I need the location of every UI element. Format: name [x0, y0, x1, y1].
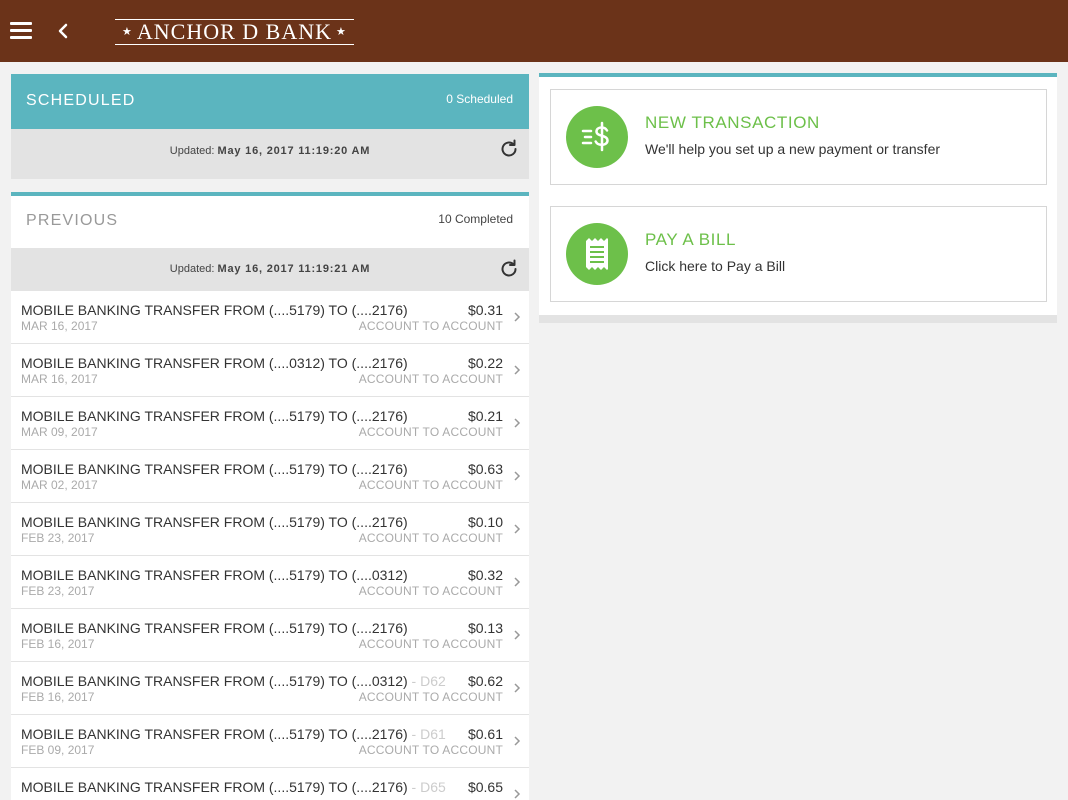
new-transaction-title: NEW TRANSACTION: [645, 113, 820, 132]
transaction-row[interactable]: MOBILE BANKING TRANSFER FROM (....0312) …: [11, 344, 529, 397]
pay-bill-title: PAY A BILL: [645, 230, 737, 249]
transaction-description: MOBILE BANKING TRANSFER FROM (....5179) …: [21, 779, 446, 795]
transaction-date: FEB 23, 2017: [21, 584, 95, 598]
transaction-type: ACCOUNT TO ACCOUNT: [358, 637, 503, 651]
chevron-right-icon: [514, 524, 521, 534]
previous-panel: PREVIOUS 10 Completed Updated: May 16, 2…: [11, 192, 529, 800]
scheduled-updated-bar: Updated: May 16, 2017 11:19:20 AM: [11, 129, 529, 179]
previous-count: 10 Completed: [438, 212, 513, 226]
chevron-right-icon: [514, 630, 521, 640]
transaction-amount: $0.21: [467, 408, 503, 424]
transaction-amount: $0.32: [467, 567, 503, 583]
transaction-amount: $0.63: [467, 461, 503, 477]
transaction-amount: $0.31: [467, 302, 503, 318]
transaction-description: MOBILE BANKING TRANSFER FROM (....5179) …: [21, 514, 408, 530]
transaction-type: ACCOUNT TO ACCOUNT: [358, 319, 503, 333]
actions-panel: NEW TRANSACTION We'll help you set up a …: [539, 73, 1057, 323]
new-transaction-card[interactable]: NEW TRANSACTION We'll help you set up a …: [550, 89, 1047, 185]
transaction-date: MAR 09, 2017: [21, 425, 98, 439]
scheduled-header: SCHEDULED 0 Scheduled: [11, 74, 529, 129]
transaction-row[interactable]: MOBILE BANKING TRANSFER FROM (....5179) …: [11, 715, 529, 768]
transaction-date: MAR 02, 2017: [21, 478, 98, 492]
transaction-type: ACCOUNT TO ACCOUNT: [358, 690, 503, 704]
transaction-row[interactable]: MOBILE BANKING TRANSFER FROM (....5179) …: [11, 397, 529, 450]
chevron-right-icon: [514, 789, 521, 799]
chevron-right-icon: [514, 471, 521, 481]
pay-bill-subtitle: Click here to Pay a Bill: [645, 258, 786, 274]
updated-timestamp: May 16, 2017 11:19:21 AM: [217, 263, 371, 275]
transaction-type: ACCOUNT TO ACCOUNT: [358, 743, 503, 757]
transaction-date: MAR 16, 2017: [21, 319, 98, 333]
updated-label: Updated:: [169, 263, 215, 275]
scheduled-count: 0 Scheduled: [446, 92, 513, 106]
transaction-description: MOBILE BANKING TRANSFER FROM (....0312) …: [21, 355, 408, 371]
transaction-date: MAR 16, 2017: [21, 372, 98, 386]
previous-title: PREVIOUS: [26, 212, 119, 229]
transaction-type: ACCOUNT TO ACCOUNT: [358, 372, 503, 386]
transaction-row[interactable]: MOBILE BANKING TRANSFER FROM (....5179) …: [11, 291, 529, 344]
transaction-amount: $0.13: [467, 620, 503, 636]
bank-logo: ★ ANCHOR D BANK ★: [115, 19, 354, 45]
dollar-transfer-icon: [566, 106, 628, 168]
transaction-date: FEB 23, 2017: [21, 531, 95, 545]
transaction-description: MOBILE BANKING TRANSFER FROM (....5179) …: [21, 726, 446, 742]
chevron-right-icon: [514, 312, 521, 322]
previous-updated-bar: Updated: May 16, 2017 11:19:21 AM: [11, 248, 529, 291]
transaction-description: MOBILE BANKING TRANSFER FROM (....5179) …: [21, 461, 408, 477]
transaction-list: MOBILE BANKING TRANSFER FROM (....5179) …: [11, 291, 529, 800]
chevron-right-icon: [514, 418, 521, 428]
transaction-row[interactable]: MOBILE BANKING TRANSFER FROM (....5179) …: [11, 450, 529, 503]
transaction-amount: $0.61: [467, 726, 503, 742]
transaction-type: ACCOUNT TO ACCOUNT: [358, 425, 503, 439]
hamburger-menu-icon[interactable]: [10, 22, 32, 40]
transaction-row[interactable]: MOBILE BANKING TRANSFER FROM (....5179) …: [11, 503, 529, 556]
transaction-row[interactable]: MOBILE BANKING TRANSFER FROM (....5179) …: [11, 609, 529, 662]
chevron-right-icon: [514, 683, 521, 693]
transaction-description: MOBILE BANKING TRANSFER FROM (....5179) …: [21, 673, 446, 689]
transaction-type: ACCOUNT TO ACCOUNT: [358, 478, 503, 492]
transaction-description: MOBILE BANKING TRANSFER FROM (....5179) …: [21, 408, 408, 424]
updated-label: Updated:: [169, 145, 215, 157]
transaction-amount: $0.22: [467, 355, 503, 371]
transaction-amount: $0.65: [467, 779, 503, 795]
transaction-type: ACCOUNT TO ACCOUNT: [358, 584, 503, 598]
transaction-description: MOBILE BANKING TRANSFER FROM (....5179) …: [21, 302, 408, 318]
chevron-right-icon: [514, 577, 521, 587]
transaction-type: ACCOUNT TO ACCOUNT: [358, 531, 503, 545]
transaction-description: MOBILE BANKING TRANSFER FROM (....5179) …: [21, 620, 408, 636]
previous-header: PREVIOUS 10 Completed: [11, 192, 529, 248]
transaction-row[interactable]: MOBILE BANKING TRANSFER FROM (....5179) …: [11, 662, 529, 715]
receipt-icon: [566, 223, 628, 285]
transaction-date: FEB 16, 2017: [21, 637, 95, 651]
refresh-icon[interactable]: [499, 139, 519, 159]
app-header: ★ ANCHOR D BANK ★: [0, 0, 1068, 62]
transaction-row[interactable]: MOBILE BANKING TRANSFER FROM (....5179) …: [11, 768, 529, 800]
transaction-row[interactable]: MOBILE BANKING TRANSFER FROM (....5179) …: [11, 556, 529, 609]
scheduled-panel: SCHEDULED 0 Scheduled Updated: May 16, 2…: [11, 74, 529, 179]
transaction-date: FEB 09, 2017: [21, 743, 95, 757]
transaction-date: FEB 16, 2017: [21, 690, 95, 704]
chevron-right-icon: [514, 365, 521, 375]
chevron-right-icon: [514, 736, 521, 746]
scheduled-title: SCHEDULED: [26, 92, 136, 109]
pay-bill-card[interactable]: PAY A BILL Click here to Pay a Bill: [550, 206, 1047, 302]
transaction-amount: $0.10: [467, 514, 503, 530]
back-arrow-icon[interactable]: [54, 19, 72, 43]
new-transaction-subtitle: We'll help you set up a new payment or t…: [645, 141, 941, 157]
refresh-icon[interactable]: [499, 259, 519, 279]
updated-timestamp: May 16, 2017 11:19:20 AM: [217, 145, 371, 157]
transaction-amount: $0.62: [467, 673, 503, 689]
transaction-description: MOBILE BANKING TRANSFER FROM (....5179) …: [21, 567, 408, 583]
